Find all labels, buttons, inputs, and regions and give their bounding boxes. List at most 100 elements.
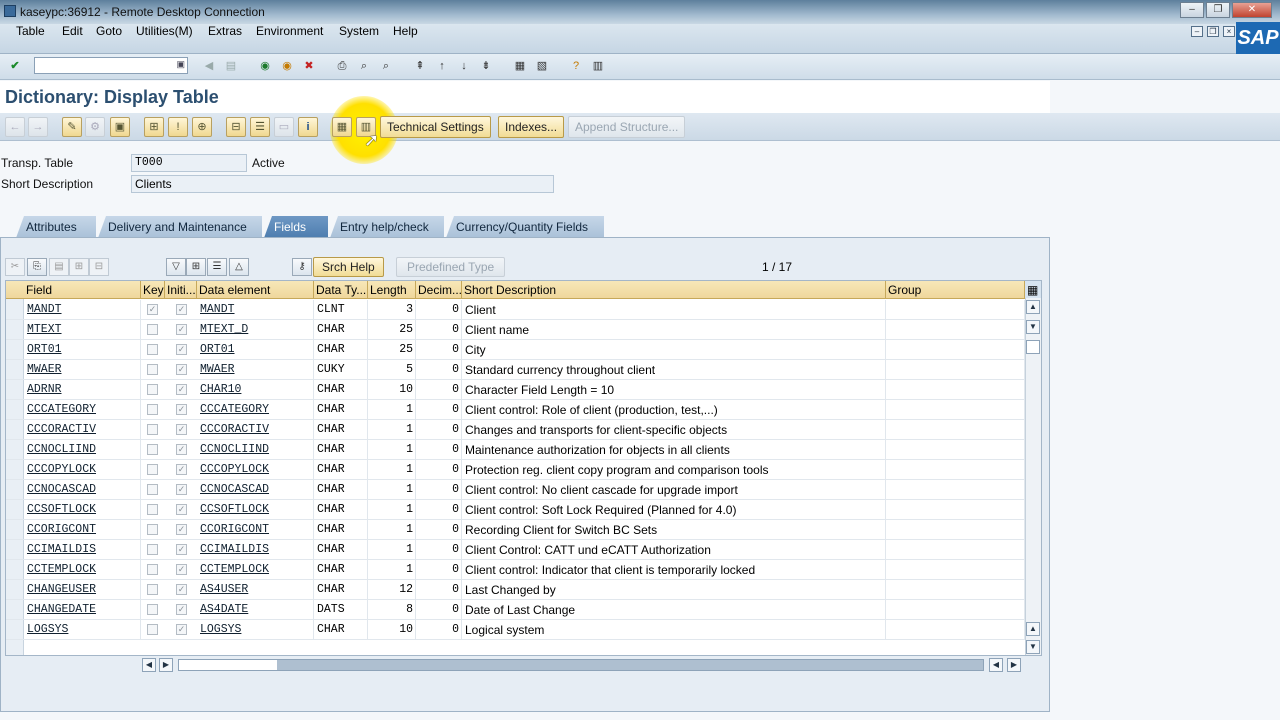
- sap-close-icon[interactable]: ×: [1223, 26, 1235, 37]
- initial-checkbox[interactable]: ✓: [176, 344, 187, 355]
- initial-checkbox[interactable]: ✓: [176, 464, 187, 475]
- object-list-icon[interactable]: ☰: [250, 117, 270, 137]
- copy-icon[interactable]: ⎘: [27, 258, 47, 276]
- cell-field[interactable]: CCORIGCONT: [24, 520, 141, 540]
- cell-data-element[interactable]: CCNOCLIIND: [197, 440, 314, 460]
- hscroll-track[interactable]: [178, 659, 984, 671]
- new-session-icon[interactable]: ▦: [511, 57, 529, 75]
- table-row[interactable]: CCSOFTLOCK CCSOFTLOCK CHAR 1 0 Client control…: [6, 500, 1026, 520]
- minimize-button[interactable]: –: [1180, 2, 1204, 18]
- table-row[interactable]: CCTEMPLOCK CCTEMPLOCK CHAR 1 0 Client control…: [6, 560, 1026, 580]
- cell-field[interactable]: CCIMAILDIS: [24, 540, 141, 560]
- initial-checkbox[interactable]: ✓: [176, 544, 187, 555]
- hscroll-thumb[interactable]: [179, 660, 277, 670]
- cell-field[interactable]: LOGSYS: [24, 620, 141, 640]
- cell-field[interactable]: CCTEMPLOCK: [24, 560, 141, 580]
- cell-data-element[interactable]: CCCORACTIV: [197, 420, 314, 440]
- info-icon[interactable]: i: [298, 117, 318, 137]
- table-row[interactable]: MWAER MWAER CUKY 5 0 Standard currency throug…: [6, 360, 1026, 380]
- enter-icon[interactable]: ✔: [6, 57, 24, 75]
- menu-table[interactable]: Table: [16, 24, 45, 38]
- cell-group[interactable]: [886, 540, 1025, 560]
- cell-data-element[interactable]: MWAER: [197, 360, 314, 380]
- key-checkbox[interactable]: [147, 604, 158, 615]
- tab-attributes[interactable]: Attributes: [16, 216, 96, 238]
- cell-field[interactable]: CCNOCASCAD: [24, 480, 141, 500]
- print-icon[interactable]: ⎙: [333, 57, 351, 75]
- other-object-icon[interactable]: ▣: [110, 117, 130, 137]
- col-group[interactable]: Group: [886, 281, 1025, 299]
- cell-group[interactable]: [886, 500, 1025, 520]
- scroll-thumb[interactable]: [1026, 340, 1040, 354]
- find-icon[interactable]: ⌕: [355, 57, 373, 75]
- cell-field[interactable]: CCCOPYLOCK: [24, 460, 141, 480]
- col-initial[interactable]: Initi...: [165, 281, 197, 299]
- scroll-left-icon[interactable]: ◀: [142, 658, 156, 672]
- cell-group[interactable]: [886, 340, 1025, 360]
- cell-group[interactable]: [886, 400, 1025, 420]
- key-checkbox[interactable]: ✓: [147, 304, 158, 315]
- col-data-element[interactable]: Data element: [197, 281, 314, 299]
- srch-help-button[interactable]: Srch Help: [313, 257, 384, 277]
- cell-data-element[interactable]: CCCOPYLOCK: [197, 460, 314, 480]
- cell-field[interactable]: ORT01: [24, 340, 141, 360]
- tab-currency-quantity[interactable]: Currency/Quantity Fields: [446, 216, 604, 238]
- key-checkbox[interactable]: [147, 484, 158, 495]
- cell-field[interactable]: CHANGEUSER: [24, 580, 141, 600]
- find-next-icon[interactable]: ⌕: [377, 57, 395, 75]
- key-checkbox[interactable]: [147, 364, 158, 375]
- short-description-field[interactable]: Clients: [131, 175, 554, 193]
- initial-checkbox[interactable]: ✓: [176, 324, 187, 335]
- key-checkbox[interactable]: [147, 624, 158, 635]
- cell-group[interactable]: [886, 320, 1025, 340]
- key-checkbox[interactable]: [147, 544, 158, 555]
- initial-checkbox[interactable]: ✓: [176, 584, 187, 595]
- col-short-description[interactable]: Short Description: [462, 281, 886, 299]
- restore-button[interactable]: ❐: [1206, 2, 1230, 18]
- cell-group[interactable]: [886, 600, 1025, 620]
- scroll-page-down-icon[interactable]: ▼: [1026, 640, 1040, 654]
- column-config-icon[interactable]: ▦: [1025, 281, 1041, 299]
- select-all-icon[interactable]: ⊞: [186, 258, 206, 276]
- command-dropdown-icon[interactable]: ▣: [176, 59, 185, 70]
- cell-field[interactable]: CCCATEGORY: [24, 400, 141, 420]
- initial-checkbox[interactable]: ✓: [176, 404, 187, 415]
- cell-field[interactable]: MTEXT: [24, 320, 141, 340]
- table-row[interactable]: MANDT MANDT CLNT 3 0 Client ✓ ✓: [6, 300, 1026, 320]
- vertical-scrollbar[interactable]: ▲ ▼ ▲ ▼: [1025, 298, 1041, 655]
- table-row[interactable]: ADRNR CHAR10 CHAR 10 0 Character Field Length…: [6, 380, 1026, 400]
- cell-group[interactable]: [886, 520, 1025, 540]
- display-change-icon[interactable]: ✎: [62, 117, 82, 137]
- tab-fields[interactable]: Fields: [264, 216, 328, 238]
- menu-system[interactable]: System: [339, 24, 379, 38]
- initial-checkbox[interactable]: ✓: [176, 304, 187, 315]
- cell-field[interactable]: CCSOFTLOCK: [24, 500, 141, 520]
- cell-group[interactable]: [886, 580, 1025, 600]
- table-row[interactable]: CHANGEUSER AS4USER CHAR 12 0 Last Changed by ✓: [6, 580, 1026, 600]
- table-row[interactable]: LOGSYS LOGSYS CHAR 10 0 Logical system ✓: [6, 620, 1026, 640]
- scroll-down-icon[interactable]: ▼: [1026, 320, 1040, 334]
- initial-checkbox[interactable]: ✓: [176, 624, 187, 635]
- key-checkbox[interactable]: [147, 444, 158, 455]
- cancel-icon[interactable]: ✖: [300, 57, 318, 75]
- table-row[interactable]: CCNOCASCAD CCNOCASCAD CHAR 1 0 Client control…: [6, 480, 1026, 500]
- col-field[interactable]: Field: [24, 281, 141, 299]
- next-page-icon[interactable]: ↓: [455, 57, 473, 75]
- table-row-empty[interactable]: [6, 640, 1026, 655]
- cell-data-element[interactable]: ORT01: [197, 340, 314, 360]
- col-decimals[interactable]: Decim...: [416, 281, 462, 299]
- table-row[interactable]: CCIMAILDIS CCIMAILDIS CHAR 1 0 Client Control…: [6, 540, 1026, 560]
- back-icon[interactable]: ◉: [256, 57, 274, 75]
- where-used-icon[interactable]: ⊕: [192, 117, 212, 137]
- key-checkbox[interactable]: [147, 384, 158, 395]
- tab-delivery-maintenance[interactable]: Delivery and Maintenance: [98, 216, 262, 238]
- cell-group[interactable]: [886, 380, 1025, 400]
- command-field[interactable]: ▣: [34, 57, 188, 74]
- scroll-right-icon[interactable]: ▶: [159, 658, 173, 672]
- initial-checkbox[interactable]: ✓: [176, 564, 187, 575]
- exit-icon[interactable]: ◉: [278, 57, 296, 75]
- initial-checkbox[interactable]: ✓: [176, 364, 187, 375]
- cell-data-element[interactable]: CCSOFTLOCK: [197, 500, 314, 520]
- menu-utilities[interactable]: Utilities(M): [136, 24, 193, 38]
- horizontal-scrollbar[interactable]: ◀ ▶ ◀ ▶: [140, 657, 1022, 673]
